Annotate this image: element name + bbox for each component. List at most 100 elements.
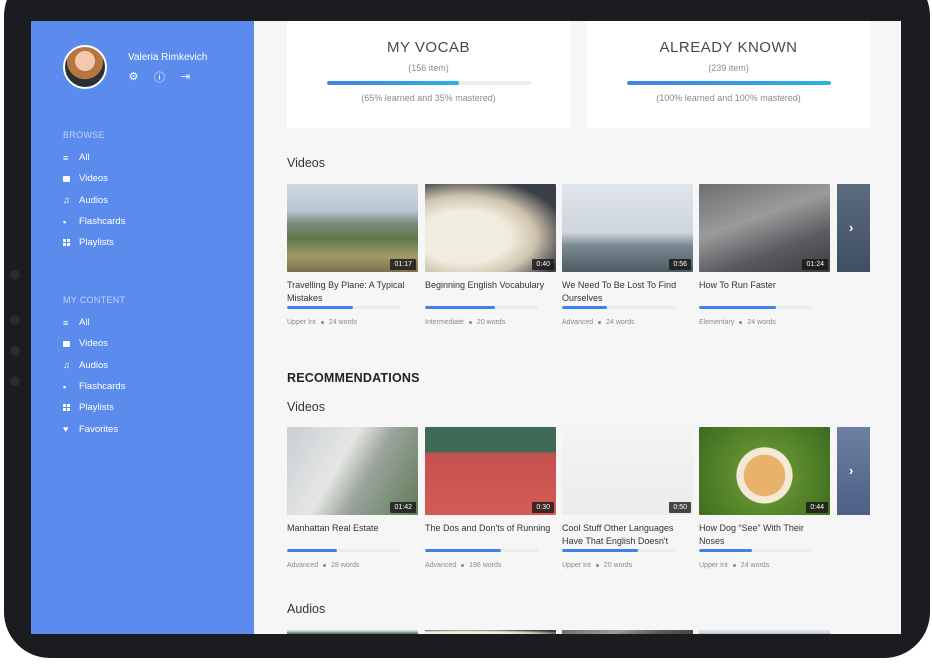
side-button [10, 346, 20, 356]
video-thumbnail[interactable]: 01:24 [699, 184, 830, 272]
my-content-item-audios[interactable]: ♫ Audios [63, 355, 125, 376]
browse-item-videos[interactable]: Videos [63, 168, 125, 189]
user-name[interactable]: Valeria Rimkevich [128, 52, 207, 63]
browse-item-all[interactable]: ≡ All [63, 147, 125, 168]
headphones-icon: ♫ [63, 360, 70, 371]
separator-dot [595, 564, 599, 567]
video-level: Elementary [699, 319, 735, 326]
video-thumbnail[interactable]: 0:56 [562, 184, 693, 272]
video-card[interactable]: 0:30 The Dos and Don'ts of Running Advan… [425, 427, 556, 569]
video-progress-fill [699, 549, 753, 552]
my-content-item-label: All [79, 317, 90, 329]
video-duration: 0:50 [669, 502, 691, 513]
video-progress-bar [287, 306, 400, 309]
video-duration: 0:44 [806, 502, 828, 513]
video-title[interactable]: The Dos and Don'ts of Running [425, 522, 556, 548]
next-video-peek[interactable]: › [837, 427, 870, 515]
video-level: Upper Int [562, 562, 591, 569]
video-thumbnail[interactable]: 0:44 [699, 427, 830, 515]
audio-thumbnail[interactable] [562, 630, 693, 634]
next-video-peek[interactable]: › [837, 184, 870, 272]
separator-dot [461, 564, 465, 567]
video-card[interactable]: 0:40 Beginning English Vocabulary Interm… [425, 184, 556, 326]
video-meta: Advanced 28 words [287, 562, 418, 569]
list-icon: ≡ [63, 317, 69, 328]
stat-title: ALREADY KNOWN [659, 39, 798, 56]
headphones-icon: ♫ [63, 195, 70, 206]
video-card[interactable]: 01:17 Travelling By Plane: A Typical Mis… [287, 184, 418, 326]
video-progress-bar [425, 549, 538, 552]
gear-icon[interactable]: ⚙ [127, 70, 140, 83]
heart-icon: ♥ [63, 424, 69, 435]
audio-thumbnail[interactable] [699, 630, 830, 634]
browse-item-label: Playlists [79, 237, 114, 249]
main-content: MY VOCAB (156 item) (65% learned and 35%… [254, 21, 901, 634]
video-thumbnail[interactable]: 01:17 [287, 184, 418, 272]
separator-dot [320, 321, 324, 324]
separator-dot [732, 564, 736, 567]
my-content-item-videos[interactable]: Videos [63, 333, 125, 354]
chevron-right-icon[interactable]: › [849, 463, 853, 478]
list-icon: ≡ [63, 152, 69, 163]
video-duration: 01:24 [802, 259, 828, 270]
sidebar: Valeria Rimkevich ⚙ ⓘ ⇥ BROWSE ≡ All Vid… [31, 21, 254, 634]
video-thumbnail[interactable]: 0:40 [425, 184, 556, 272]
video-card[interactable]: 0:56 We Need To Be Lost To Find Ourselve… [562, 184, 693, 326]
video-level: Advanced [287, 562, 319, 569]
my-content-item-favorites[interactable]: ♥ Favorites [63, 418, 125, 439]
grid-icon [63, 404, 79, 412]
video-thumbnail[interactable]: 0:50 [562, 427, 693, 515]
browse-item-audios[interactable]: ♫ Audios [63, 190, 125, 211]
video-level: Upper Int [287, 319, 316, 326]
video-card[interactable]: 0:44 How Dog “See” With Their Noses Uppe… [699, 427, 830, 569]
stat-title: MY VOCAB [387, 39, 470, 56]
stat-progress-bar [326, 81, 531, 85]
video-progress-fill [425, 549, 501, 552]
avatar[interactable] [63, 45, 107, 89]
recommended-videos-row: 01:42 Manhattan Real Estate Advanced 28 w… [287, 427, 901, 587]
audios-section-title: Audios [287, 602, 326, 616]
video-title[interactable]: How To Run Faster [699, 279, 830, 305]
chevron-right-icon[interactable]: › [849, 220, 853, 235]
video-progress-bar [699, 306, 812, 309]
video-title[interactable]: Cool Stuff Other Languages Have That Eng… [562, 522, 693, 548]
video-duration: 0:40 [532, 259, 554, 270]
video-card[interactable]: 0:50 Cool Stuff Other Languages Have Tha… [562, 427, 693, 569]
video-card[interactable]: 01:24 How To Run Faster Elementary 24 wor… [699, 184, 830, 326]
video-duration: 01:17 [390, 259, 416, 270]
video-title[interactable]: We Need To Be Lost To Find Ourselves [562, 279, 693, 305]
video-words: 24 words [606, 319, 635, 326]
audio-thumbnail[interactable] [425, 630, 556, 634]
already-known-card[interactable]: ALREADY KNOWN (239 item) (100% learned a… [587, 21, 870, 128]
my-content-item-flashcards[interactable]: ▪ Flashcards [63, 376, 125, 397]
video-title[interactable]: How Dog “See” With Their Noses [699, 522, 830, 548]
video-thumbnail[interactable]: 01:42 [287, 427, 418, 515]
browse-item-playlists[interactable]: Playlists [63, 232, 125, 253]
recommended-videos-title: Videos [287, 400, 325, 414]
flashcards-icon: ▪ [63, 216, 67, 227]
video-title[interactable]: Travelling By Plane: A Typical Mistakes [287, 279, 418, 305]
video-meta: Upper Int 24 words [287, 319, 418, 326]
audio-thumbnail[interactable] [287, 630, 418, 634]
logout-icon[interactable]: ⇥ [179, 70, 192, 83]
video-card[interactable]: 01:42 Manhattan Real Estate Advanced 28 w… [287, 427, 418, 569]
video-words: 24 words [747, 319, 776, 326]
video-progress-bar [425, 306, 538, 309]
video-duration: 01:42 [390, 502, 416, 513]
browse-item-label: All [79, 152, 90, 164]
video-meta: Upper Int 24 words [699, 562, 830, 569]
my-content-nav: ≡ All Videos ♫ Audios ▪ Flashcards Playl… [63, 312, 125, 440]
video-title[interactable]: Beginning English Vocabulary [425, 279, 556, 305]
info-icon[interactable]: ⓘ [153, 70, 166, 84]
my-content-item-label: Flashcards [79, 381, 126, 393]
video-progress-bar [699, 549, 812, 552]
stat-note: (100% learned and 100% mastered) [656, 93, 801, 103]
video-thumbnail[interactable]: 0:30 [425, 427, 556, 515]
my-content-item-playlists[interactable]: Playlists [63, 397, 125, 418]
stat-count: (239 item) [708, 63, 749, 73]
browse-item-flashcards[interactable]: ▪ Flashcards [63, 211, 125, 232]
video-title[interactable]: Manhattan Real Estate [287, 522, 418, 548]
my-content-item-all[interactable]: ≡ All [63, 312, 125, 333]
video-meta: Upper Int 20 words [562, 562, 693, 569]
my-vocab-card[interactable]: MY VOCAB (156 item) (65% learned and 35%… [287, 21, 570, 128]
